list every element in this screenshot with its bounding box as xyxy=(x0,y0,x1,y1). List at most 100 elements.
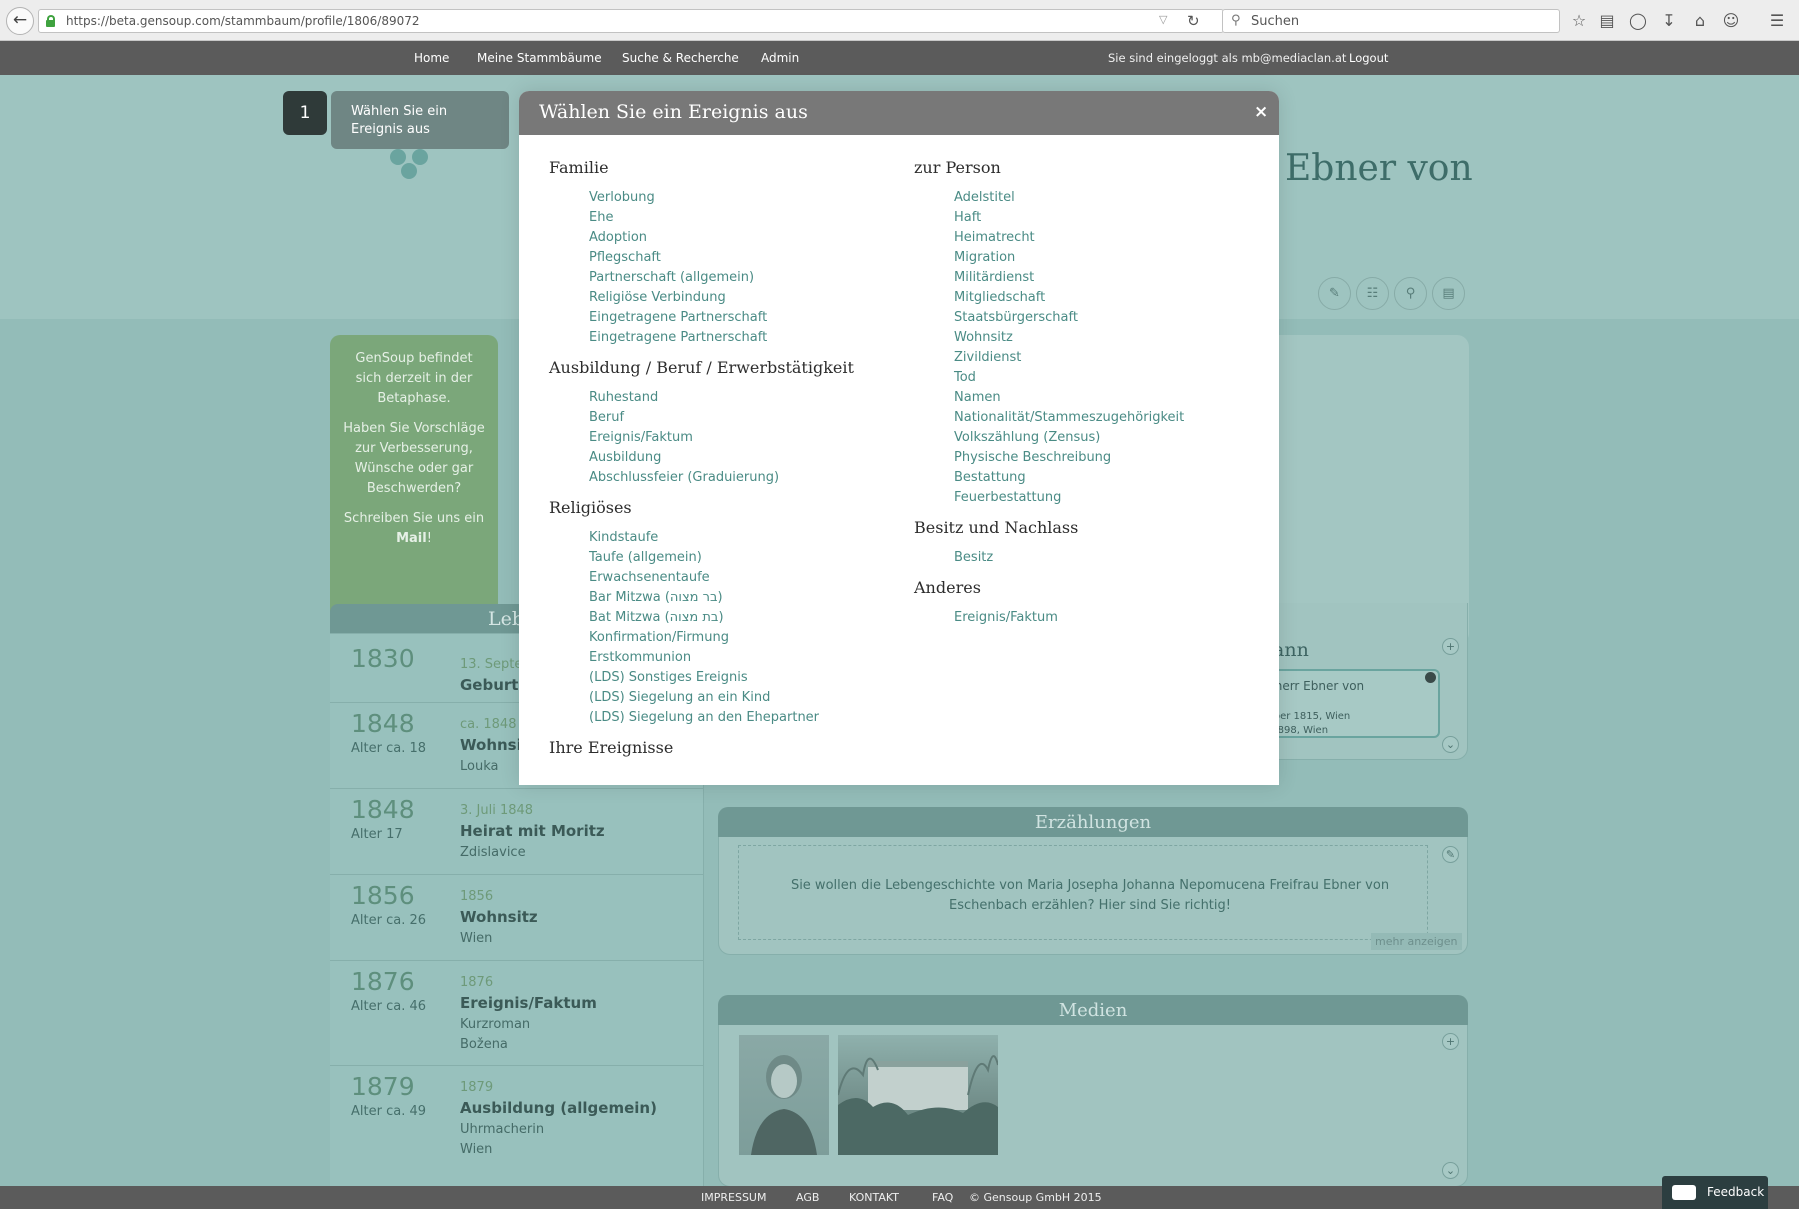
event-option[interactable]: Wohnsitz xyxy=(954,330,1013,345)
event-year: 1876 xyxy=(351,967,415,996)
portrait-photo[interactable] xyxy=(739,1035,829,1155)
event-option[interactable]: Verlobung xyxy=(589,190,655,205)
event-option[interactable]: Bar Mitzwa (בר מצוה) xyxy=(589,590,723,605)
event-option[interactable]: Heimatrecht xyxy=(954,230,1035,245)
family-tree-icon[interactable]: ☷ xyxy=(1356,277,1389,310)
footer-impressum[interactable]: IMPRESSUM xyxy=(701,1191,766,1204)
event-option[interactable]: Haft xyxy=(954,210,981,225)
castle-photo[interactable] xyxy=(838,1035,998,1155)
event-option[interactable]: (LDS) Sonstiges Ereignis xyxy=(589,670,748,685)
map-pin-icon[interactable]: ⚲ xyxy=(1394,277,1427,310)
url-bar[interactable]: https://beta.gensoup.com/stammbaum/profi… xyxy=(38,9,1224,33)
footer-faq[interactable]: FAQ xyxy=(932,1191,953,1204)
film-icon[interactable]: ▤ xyxy=(1432,277,1465,310)
reading-list-icon[interactable]: ▤ xyxy=(1596,10,1618,32)
menu-icon[interactable]: ☰ xyxy=(1766,10,1788,32)
event-age: Alter 17 xyxy=(351,827,403,842)
event-option[interactable]: Zivildienst xyxy=(954,350,1021,365)
event-option[interactable]: Volkszählung (Zensus) xyxy=(954,430,1100,445)
nav-my-trees[interactable]: Meine Stammbäume xyxy=(477,51,602,65)
category-heading: Ihre Ereignisse xyxy=(549,738,674,757)
beta-text-3-prefix: Schreiben Sie uns ein xyxy=(343,511,485,526)
life-event-row[interactable]: 1876 Alter ca. 46 1876 Ereignis/Faktum K… xyxy=(330,961,704,1066)
event-option[interactable]: Ruhestand xyxy=(589,390,658,405)
life-event-row[interactable]: 1856 Alter ca. 26 1856 Wohnsitz Wien xyxy=(330,875,704,961)
event-option[interactable]: Militärdienst xyxy=(954,270,1034,285)
category-heading: zur Person xyxy=(914,158,1001,177)
event-option[interactable]: Taufe (allgemein) xyxy=(589,550,702,565)
event-place: Kurzroman xyxy=(460,1017,531,1032)
edit-icon[interactable]: ✎ xyxy=(1318,277,1351,310)
chevron-down-icon[interactable]: ⌄ xyxy=(1442,1162,1459,1179)
event-option[interactable]: Mitgliedschaft xyxy=(954,290,1045,305)
nav-admin[interactable]: Admin xyxy=(761,51,799,65)
nav-search-research[interactable]: Suche & Recherche xyxy=(622,51,739,65)
download-icon[interactable]: ↧ xyxy=(1658,10,1680,32)
beta-notice: GenSoup befindet sich derzeit in der Bet… xyxy=(330,335,498,647)
event-title: Geburt xyxy=(460,676,519,694)
footer-kontakt[interactable]: KONTAKT xyxy=(849,1191,899,1204)
pocket-icon[interactable]: ◯ xyxy=(1627,10,1649,32)
info-panel xyxy=(1275,335,1469,645)
event-option[interactable]: Staatsbürgerschaft xyxy=(954,310,1078,325)
event-option[interactable]: Migration xyxy=(954,250,1015,265)
chat-icon[interactable]: ☺ xyxy=(1720,10,1742,32)
nav-home[interactable]: Home xyxy=(414,51,449,65)
add-media-icon[interactable]: + xyxy=(1442,1033,1459,1050)
event-option[interactable]: Ehe xyxy=(589,210,613,225)
event-date: 3. Juli 1848 xyxy=(460,803,534,818)
event-option[interactable]: Tod xyxy=(954,370,976,385)
event-option[interactable]: (LDS) Siegelung an den Ehepartner xyxy=(589,710,819,725)
bookmark-star-icon[interactable]: ☆ xyxy=(1568,10,1590,32)
event-option[interactable]: Partnerschaft (allgemein) xyxy=(589,270,754,285)
footer-agb[interactable]: AGB xyxy=(796,1191,819,1204)
event-option[interactable]: Eingetragene Partnerschaft xyxy=(589,310,767,325)
beta-text-3-suffix: ! xyxy=(426,531,432,546)
event-option[interactable]: Ereignis/Faktum xyxy=(954,610,1058,625)
event-option[interactable]: Bat Mitzwa (בת מצוה) xyxy=(589,610,724,625)
event-option[interactable]: Erstkommunion xyxy=(589,650,691,665)
event-option[interactable]: Ausbildung xyxy=(589,450,661,465)
event-option[interactable]: (LDS) Siegelung an ein Kind xyxy=(589,690,770,705)
event-option[interactable]: Ereignis/Faktum xyxy=(589,430,693,445)
family-member-card[interactable]: eiherr Ebner von ch mber 1815, Wien r 18… xyxy=(1262,669,1440,738)
event-option[interactable]: Kindstaufe xyxy=(589,530,658,545)
status-dot-icon xyxy=(1425,672,1436,683)
event-option[interactable]: Adelstitel xyxy=(954,190,1015,205)
event-option[interactable]: Religiöse Verbindung xyxy=(589,290,726,305)
event-option[interactable]: Besitz xyxy=(954,550,993,565)
reload-icon[interactable]: ↻ xyxy=(1187,12,1200,30)
dropdown-arrow-icon[interactable]: ▽ xyxy=(1159,13,1167,26)
event-option[interactable]: Namen xyxy=(954,390,1001,405)
chevron-down-icon[interactable]: ⌄ xyxy=(1442,736,1459,753)
event-option[interactable]: Bestattung xyxy=(954,470,1026,485)
event-place: Uhrmacherin xyxy=(460,1122,545,1137)
event-option[interactable]: Erwachsenentaufe xyxy=(589,570,710,585)
event-option[interactable]: Abschlussfeier (Graduierung) xyxy=(589,470,779,485)
event-option[interactable]: Eingetragene Partnerschaft xyxy=(589,330,767,345)
event-option[interactable]: Nationalität/Stammeszugehörigkeit xyxy=(954,410,1184,425)
life-event-row[interactable]: 1848 Alter 17 3. Juli 1848 Heirat mit Mo… xyxy=(330,789,704,875)
modal-header: Wählen Sie ein Ereignis aus × xyxy=(519,91,1279,135)
close-icon[interactable]: × xyxy=(1254,102,1268,122)
edit-pencil-icon[interactable]: ✎ xyxy=(1442,846,1459,863)
browser-search-input[interactable]: ⚲ Suchen xyxy=(1222,9,1560,33)
event-option[interactable]: Beruf xyxy=(589,410,624,425)
family-card-name-1: eiherr Ebner von xyxy=(1264,679,1365,693)
feedback-button[interactable]: Feedback xyxy=(1662,1176,1768,1209)
show-more-button[interactable]: mehr anzeigen xyxy=(1371,933,1462,950)
event-option[interactable]: Adoption xyxy=(589,230,647,245)
event-date: 1879 xyxy=(460,1080,494,1095)
tree-icon xyxy=(390,149,440,209)
mail-link[interactable]: Mail xyxy=(396,531,427,546)
life-event-row[interactable]: 1879 Alter ca. 49 1879 Ausbildung (allge… xyxy=(330,1066,704,1189)
logout-link[interactable]: Logout xyxy=(1349,51,1388,65)
add-family-icon[interactable]: + xyxy=(1442,638,1459,655)
home-icon[interactable]: ⌂ xyxy=(1689,10,1711,32)
event-option[interactable]: Pflegschaft xyxy=(589,250,661,265)
event-option[interactable]: Konfirmation/Firmung xyxy=(589,630,729,645)
back-arrow-icon[interactable]: ← xyxy=(6,7,34,35)
profile-name: Ebner von xyxy=(1285,148,1473,189)
event-option[interactable]: Physische Beschreibung xyxy=(954,450,1111,465)
event-option[interactable]: Feuerbestattung xyxy=(954,490,1061,505)
